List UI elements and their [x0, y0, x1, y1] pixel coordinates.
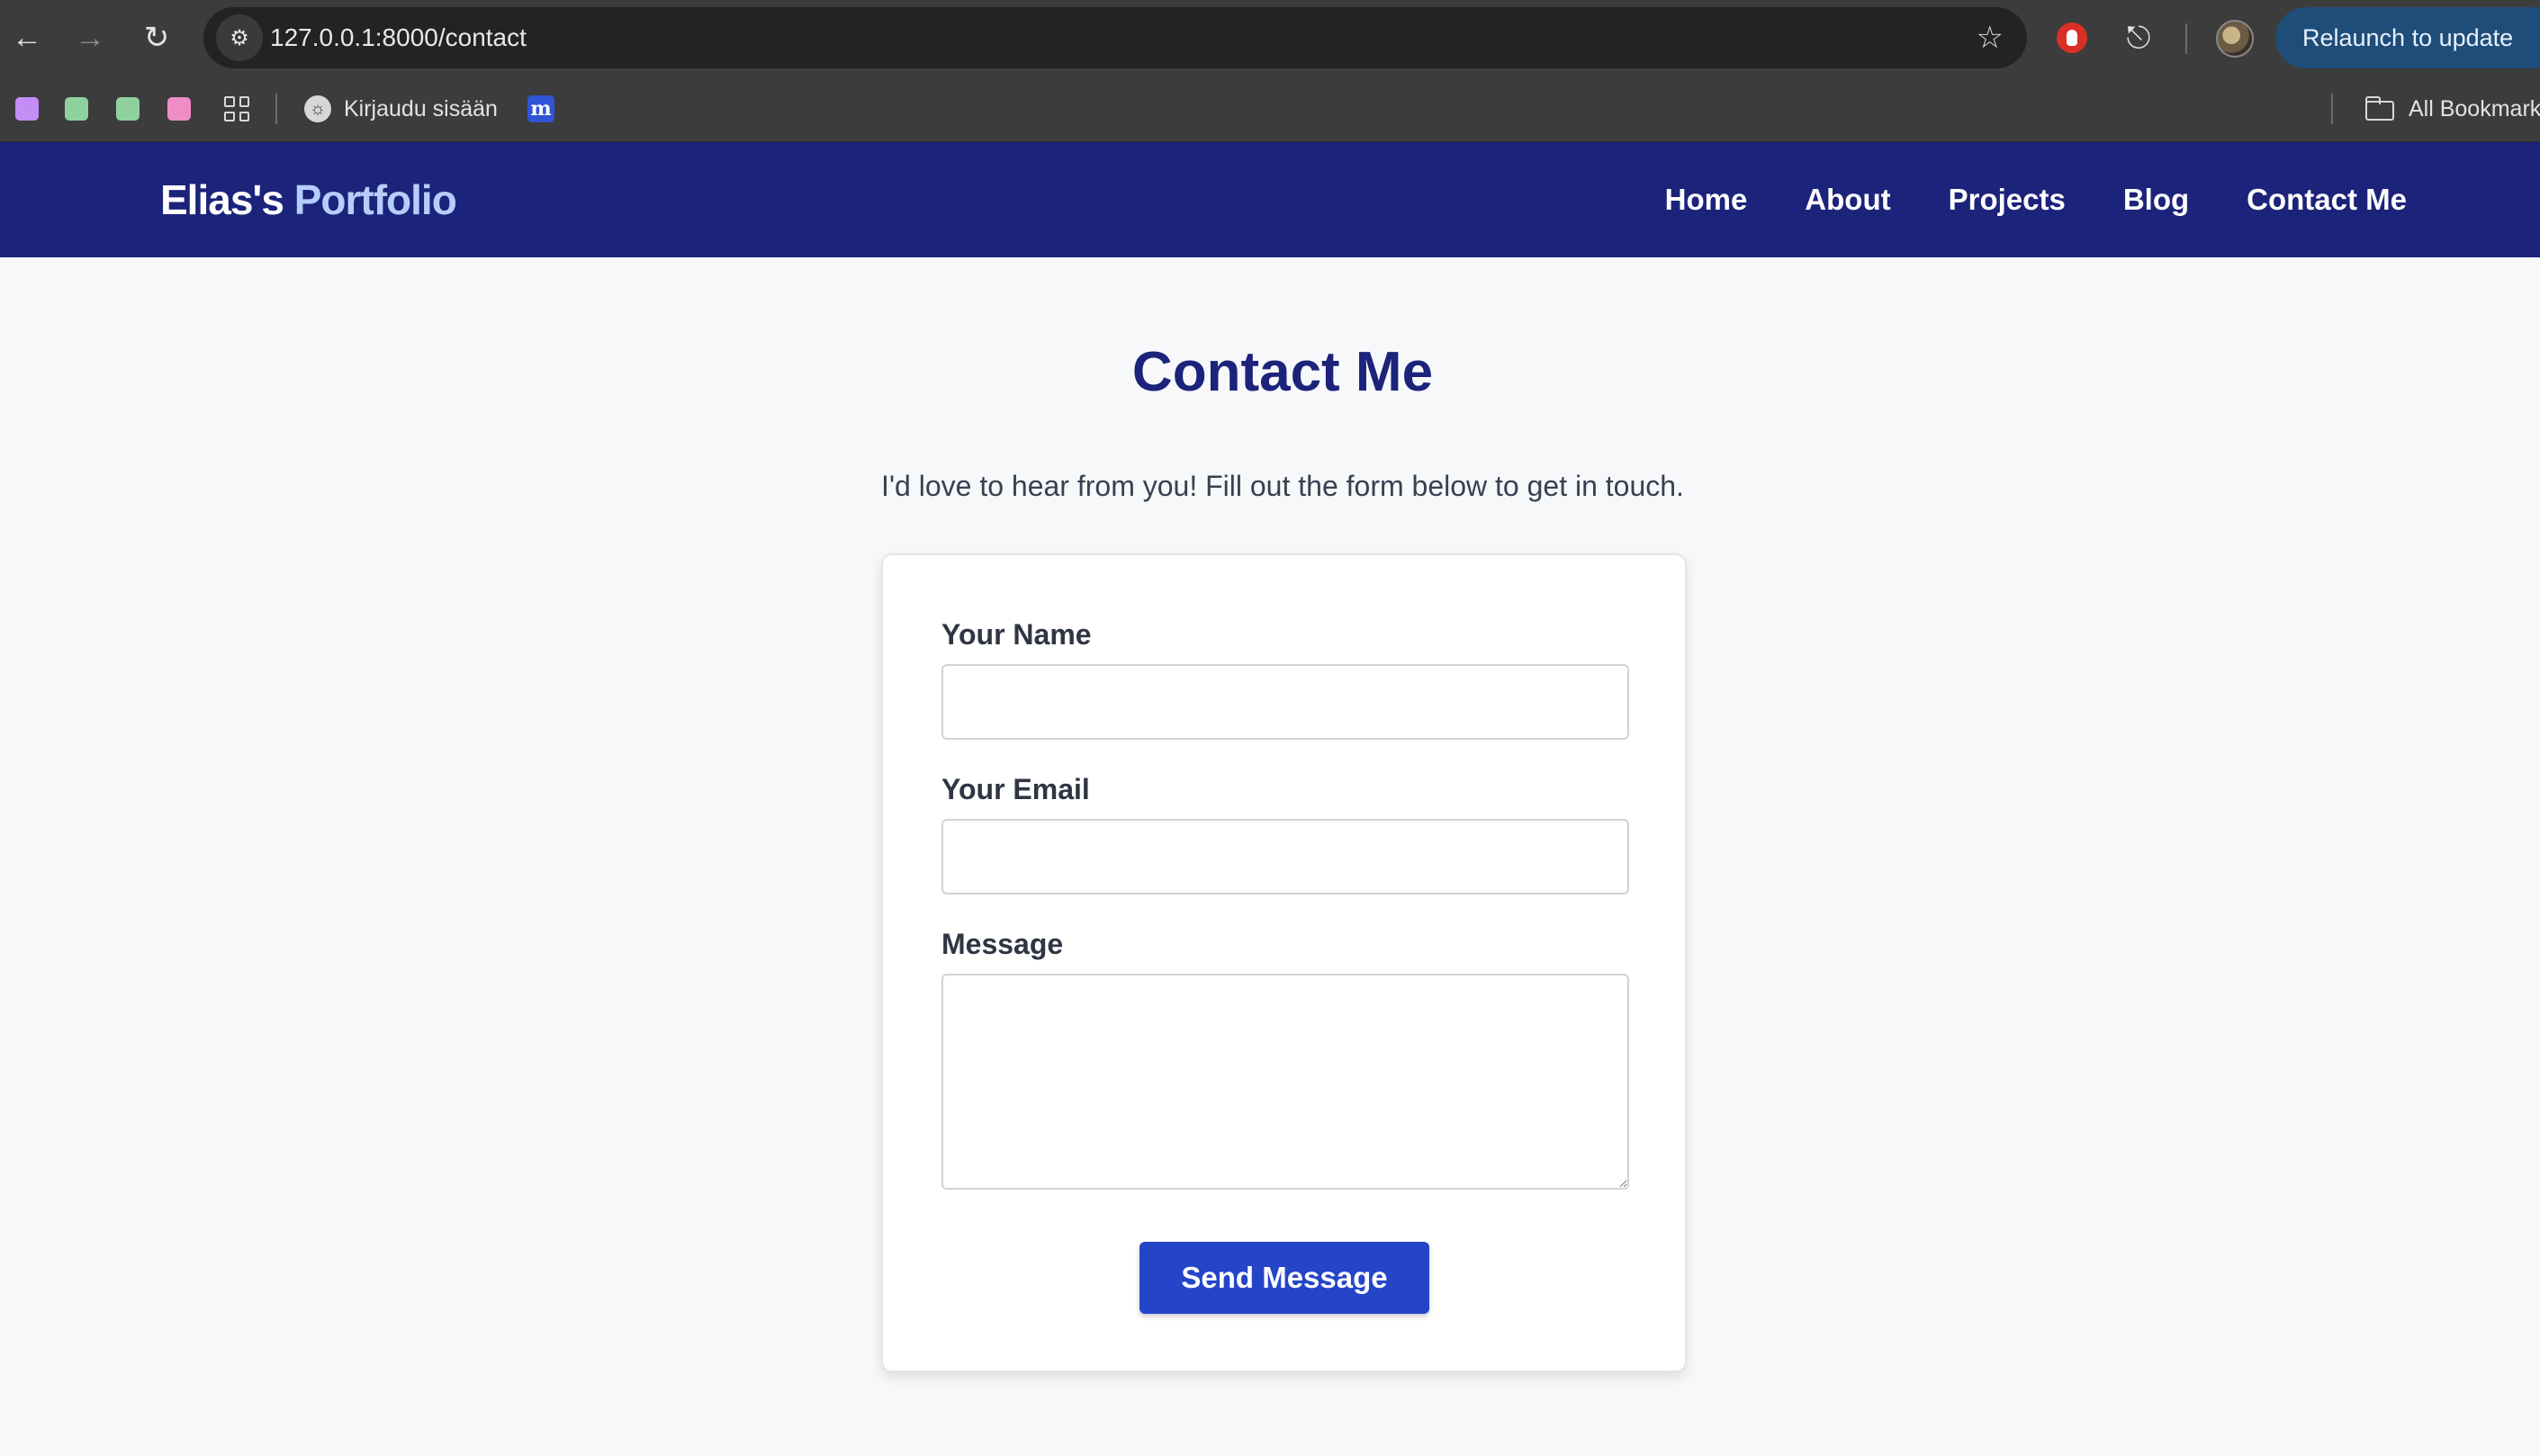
brand-name: Elias's	[160, 176, 284, 223]
nav-contact[interactable]: Contact Me	[2247, 183, 2407, 217]
forward-arrow-icon[interactable]: →	[65, 13, 115, 63]
email-field[interactable]	[941, 819, 1629, 894]
bookmark-kirjaudu[interactable]: Kirjaudu sisään	[344, 76, 498, 142]
relaunch-button[interactable]: Relaunch to update	[2275, 7, 2540, 68]
nav-blog[interactable]: Blog	[2123, 183, 2189, 217]
send-message-button[interactable]: Send Message	[1139, 1242, 1429, 1314]
nav-about[interactable]: About	[1805, 183, 1890, 217]
contact-form: Your Name Your Email Message Send Messag…	[881, 553, 1687, 1372]
message-label: Message	[941, 928, 1064, 960]
folder-icon[interactable]	[2365, 96, 2394, 121]
nav-projects[interactable]: Projects	[1949, 183, 2066, 217]
browser-toolbar: ← → ↻ ⚙ 127.0.0.1:8000/contact ☆ ⎋ Relau…	[0, 0, 2540, 76]
name-field[interactable]	[941, 664, 1629, 740]
bookmarks-divider	[275, 94, 277, 124]
nav-home[interactable]: Home	[1665, 183, 1748, 217]
site-settings-icon[interactable]: ⚙	[216, 14, 263, 61]
page-title: Contact Me	[1131, 341, 1434, 403]
toolbar-divider	[2185, 23, 2187, 54]
site-header: Elias's Portfolio Home About Projects Bl…	[0, 142, 2540, 257]
bookmark-green-icon[interactable]	[116, 97, 140, 121]
bookmarks-bar: ☼ Kirjaudu sisään m All Bookmarks	[0, 76, 2540, 142]
back-arrow-icon[interactable]: ←	[2, 13, 52, 63]
name-label: Your Name	[941, 618, 1092, 651]
bookmark-green-icon[interactable]	[65, 97, 88, 121]
bookmark-m-icon[interactable]: m	[527, 95, 554, 122]
url-text[interactable]: 127.0.0.1:8000/contact	[270, 7, 527, 68]
apps-grid-icon[interactable]	[221, 94, 252, 124]
address-bar[interactable]: ⚙ 127.0.0.1:8000/contact ☆	[203, 7, 2027, 68]
vertical-dots-icon[interactable]: ⋮	[2529, 20, 2540, 51]
intro-text: I'd love to hear from you! Fill out the …	[881, 470, 1684, 502]
star-icon[interactable]: ☆	[1977, 7, 2004, 68]
message-field[interactable]	[941, 974, 1629, 1190]
main-nav: Home About Projects Blog Contact Me	[1665, 142, 2407, 257]
bookmark-purple-icon[interactable]	[15, 97, 39, 121]
email-label: Your Email	[941, 773, 1090, 805]
brand-accent: Portfolio	[293, 176, 457, 223]
all-bookmarks-button[interactable]: All Bookmarks	[2409, 76, 2540, 142]
puzzle-icon[interactable]: ⎋	[2119, 18, 2158, 58]
bookmark-pink-icon[interactable]	[167, 97, 191, 121]
profile-avatar[interactable]	[2216, 20, 2254, 58]
stop-hand-icon[interactable]	[2052, 18, 2092, 58]
bookmarks-divider	[2331, 94, 2333, 124]
site-brand[interactable]: Elias's Portfolio	[160, 142, 457, 257]
globe-icon[interactable]: ☼	[304, 95, 331, 122]
reload-icon[interactable]: ↻	[131, 13, 182, 63]
